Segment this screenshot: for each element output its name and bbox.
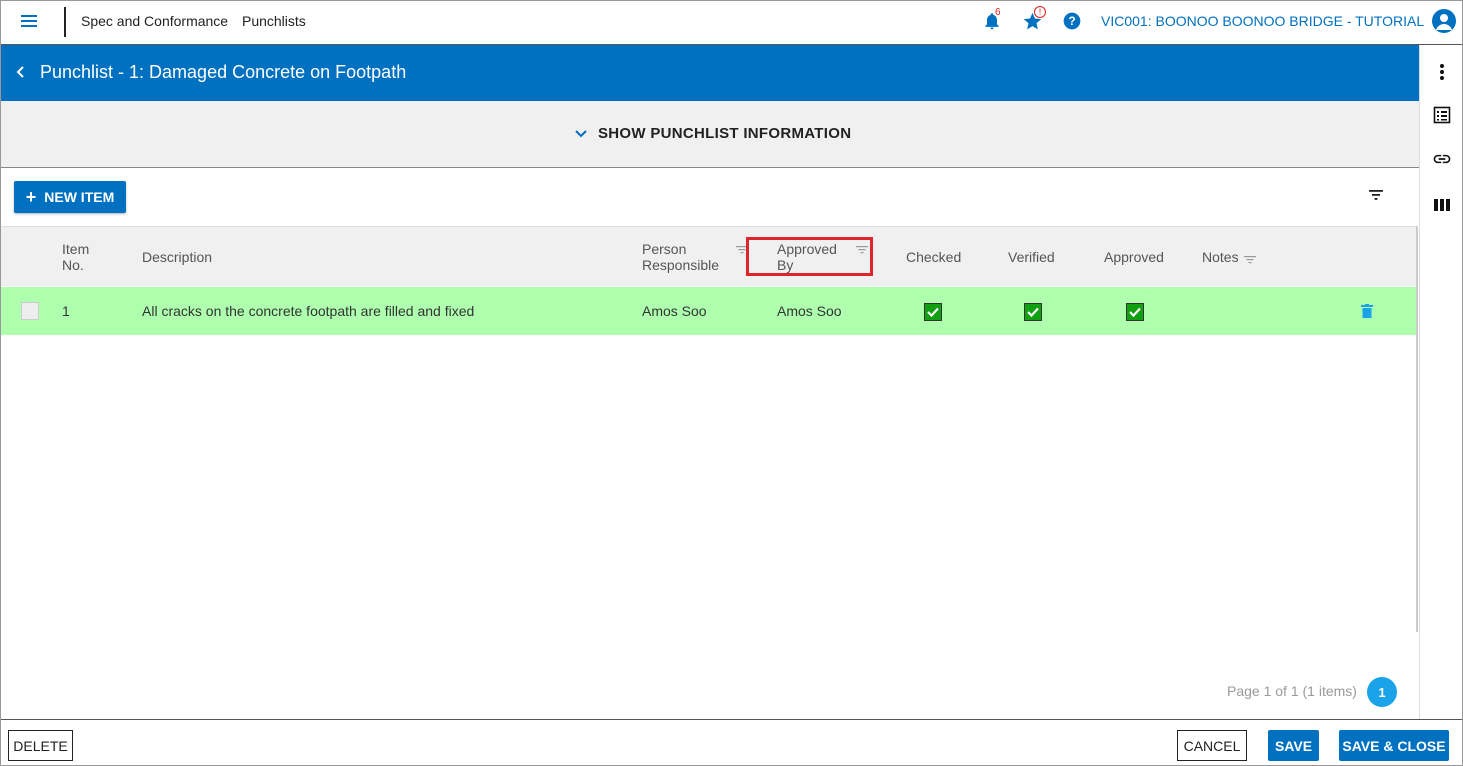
cell-person-responsible: Amos Soo xyxy=(642,303,707,319)
more-vertical-icon[interactable] xyxy=(1432,62,1452,82)
column-header-verified[interactable]: Verified xyxy=(1008,249,1055,265)
project-selector[interactable]: VIC001: BOONOO BOONOO BRIDGE - TUTORIAL xyxy=(1101,13,1424,29)
new-item-button[interactable]: + NEW ITEM xyxy=(14,181,126,213)
svg-text:?: ? xyxy=(1068,15,1075,28)
cancel-button[interactable]: CANCEL xyxy=(1177,730,1247,761)
delete-button[interactable]: DELETE xyxy=(8,730,73,761)
footer-bar: DELETE CANCEL SAVE SAVE & CLOSE xyxy=(1,719,1462,765)
table-row[interactable]: 1 All cracks on the concrete footpath ar… xyxy=(1,287,1416,335)
cell-item-no: 1 xyxy=(62,303,70,319)
header-text: No. xyxy=(62,257,84,273)
cell-description: All cracks on the concrete footpath are … xyxy=(142,303,475,319)
user-avatar-icon[interactable] xyxy=(1432,9,1456,33)
back-chevron-icon[interactable] xyxy=(11,62,31,82)
header-text: Person xyxy=(642,241,687,257)
chevron-down-icon xyxy=(575,129,587,137)
save-and-close-button[interactable]: SAVE & CLOSE xyxy=(1339,730,1449,761)
column-header-approved[interactable]: Approved xyxy=(1104,249,1164,265)
column-header-description[interactable]: Description xyxy=(142,249,212,265)
favorites-badge: ! xyxy=(1034,6,1046,18)
top-bar: Spec and Conformance Punchlists 6 ! ? VI… xyxy=(1,1,1462,45)
column-header-checked[interactable]: Checked xyxy=(906,249,961,265)
filter-icon[interactable] xyxy=(1368,188,1386,204)
list-details-icon[interactable] xyxy=(1432,105,1452,125)
notifications-bell-icon[interactable]: 6 xyxy=(982,7,1004,33)
favorites-star-icon[interactable]: ! xyxy=(1022,6,1046,33)
column-header-item-no[interactable]: Item No. xyxy=(62,241,89,273)
grid-header: Item No. Description Person Responsible … xyxy=(1,226,1416,286)
plus-icon: + xyxy=(25,186,37,207)
menu-icon[interactable] xyxy=(21,13,37,29)
breadcrumb-page[interactable]: Punchlists xyxy=(242,13,306,29)
breadcrumb-module[interactable]: Spec and Conformance xyxy=(81,13,228,29)
pager-info: Page 1 of 1 (1 items) xyxy=(1227,683,1357,699)
approved-checkbox[interactable] xyxy=(1126,303,1144,321)
link-icon[interactable] xyxy=(1432,149,1452,169)
grid-scrollbar[interactable] xyxy=(1416,226,1418,632)
columns-icon[interactable] xyxy=(1432,195,1452,215)
breadcrumb: Spec and Conformance Punchlists xyxy=(81,13,306,29)
page-header: Punchlist - 1: Damaged Concrete on Footp… xyxy=(1,45,1419,101)
new-item-label: NEW ITEM xyxy=(44,189,115,205)
notes-filter-icon[interactable] xyxy=(1244,252,1256,264)
show-info-label: SHOW PUNCHLIST INFORMATION xyxy=(598,125,852,142)
divider xyxy=(64,7,66,37)
page-title: Punchlist - 1: Damaged Concrete on Footp… xyxy=(40,62,407,82)
delete-row-trash-icon[interactable] xyxy=(1361,304,1373,318)
help-icon[interactable]: ? xyxy=(1062,11,1084,33)
save-button[interactable]: SAVE xyxy=(1268,730,1319,761)
cell-approved-by: Amos Soo xyxy=(777,303,842,319)
page-button-current[interactable]: 1 xyxy=(1367,677,1397,707)
column-header-person-responsible[interactable]: Person Responsible xyxy=(642,241,719,273)
info-band: SHOW PUNCHLIST INFORMATION xyxy=(1,101,1419,168)
notifications-badge: 6 xyxy=(995,7,1001,18)
verified-checkbox[interactable] xyxy=(1024,303,1042,321)
checkmark-icon xyxy=(1027,307,1039,318)
right-rail xyxy=(1419,45,1462,719)
checked-checkbox[interactable] xyxy=(924,303,942,321)
show-info-toggle[interactable]: SHOW PUNCHLIST INFORMATION xyxy=(574,125,851,142)
row-select-checkbox[interactable] xyxy=(21,302,39,320)
column-header-notes[interactable]: Notes xyxy=(1202,249,1239,265)
header-text: Responsible xyxy=(642,257,720,273)
checkmark-icon xyxy=(1129,307,1141,318)
header-text: Item xyxy=(62,241,90,257)
checkmark-icon xyxy=(927,307,939,318)
annotation-highlight-box xyxy=(746,237,873,276)
